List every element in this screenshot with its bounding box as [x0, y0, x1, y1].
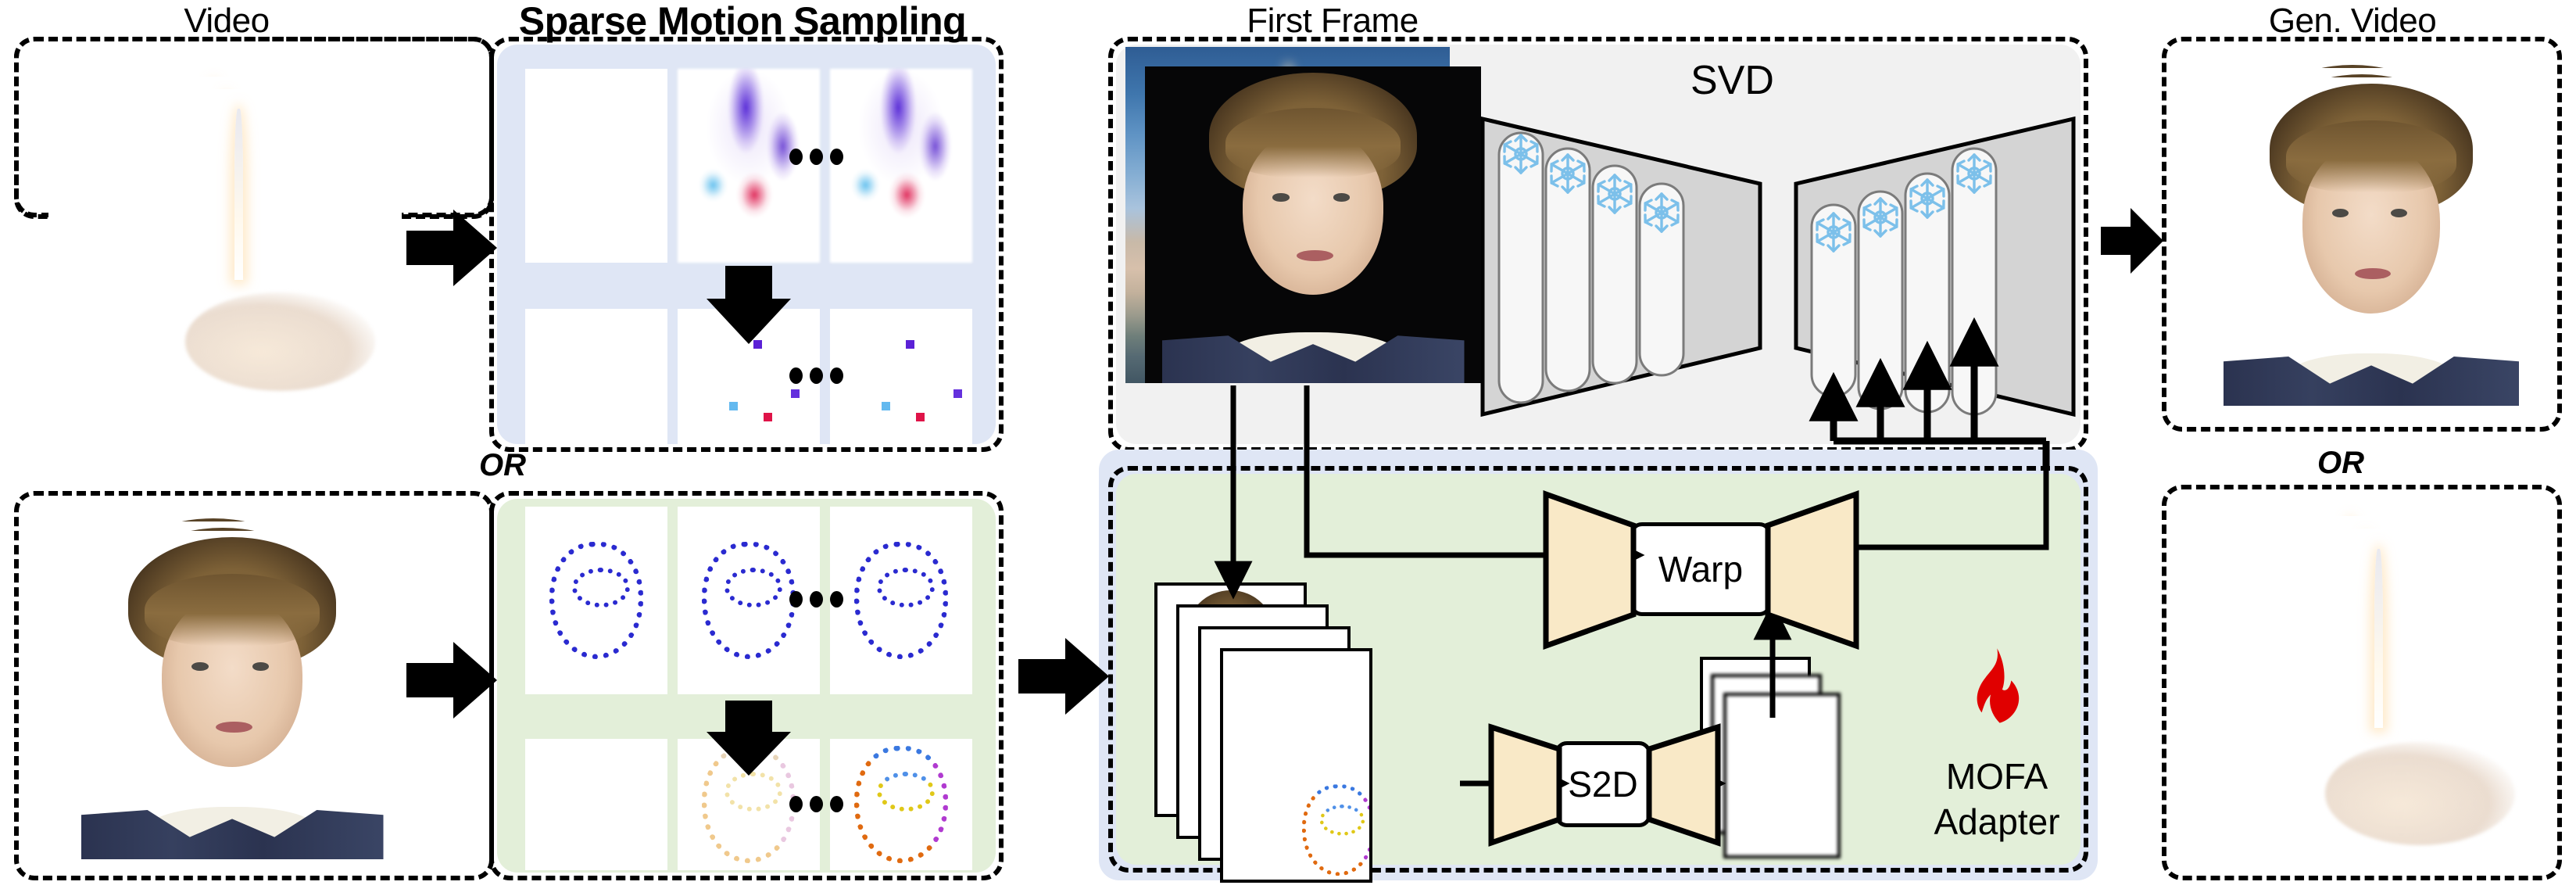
sparse-point	[753, 340, 762, 349]
landmark-points	[702, 542, 796, 659]
sparse-point	[916, 413, 925, 421]
landmark-points	[702, 746, 796, 863]
flow-out-frame-1	[1723, 693, 1841, 858]
arrow-right-icon	[1018, 638, 1109, 715]
diagram-canvas: Video Sparse Motion Sampling First Frame…	[0, 0, 2576, 896]
or-label-right: OR	[2317, 446, 2364, 480]
landmark-points	[854, 542, 948, 659]
colored-landmark-tile-empty	[525, 739, 667, 870]
arrow-right-icon	[2101, 208, 2163, 274]
gen-video-face-stack	[2188, 59, 2548, 414]
mofa-adapter-label: MOFA Adapter	[1907, 754, 2087, 844]
face-frame-1	[64, 531, 400, 859]
s2d-box[interactable]: S2D	[1555, 741, 1651, 827]
sparse-point	[953, 389, 962, 398]
points-tile-empty-1	[525, 309, 667, 444]
colored-landmark-tile-2	[830, 739, 972, 870]
mofa-label-line2: Adapter	[1934, 801, 2060, 842]
arrow-right-icon	[406, 210, 497, 286]
mofa-input-frame-1	[1220, 648, 1372, 883]
header-first-frame: First Frame	[1247, 2, 1419, 40]
sparse-point	[906, 340, 914, 349]
points-tile-2	[830, 309, 972, 444]
flow-ellipsis-top	[789, 149, 843, 165]
flow-tile-rocket-2	[830, 69, 972, 263]
landmark-ellipsis-bottom	[789, 796, 843, 812]
warp-box[interactable]: Warp	[1630, 522, 1772, 616]
flame-icon	[1952, 646, 2038, 736]
gen-rocket-frame-1	[2213, 529, 2542, 873]
landmark-ellipsis-top	[789, 591, 843, 607]
landmark-tile-1	[525, 507, 667, 694]
mofa-input-stack	[1154, 582, 1404, 883]
flow-tile-rocket-1	[678, 69, 820, 263]
sparse-point	[729, 402, 738, 410]
landmark-points	[549, 542, 643, 659]
header-gen-video: Gen. Video	[2268, 2, 2437, 40]
gen-face-frame-1	[2207, 77, 2535, 406]
sparse-point	[764, 413, 772, 421]
or-label-left: OR	[479, 448, 526, 482]
header-video: Video	[184, 2, 270, 40]
video-frame-1	[73, 89, 402, 418]
landmark-points	[854, 746, 948, 863]
gen-video-rocket-stack	[2185, 500, 2553, 873]
points-ellipsis-top	[789, 367, 843, 384]
flow-tile-empty-1	[525, 69, 667, 263]
video-face-stack	[45, 512, 413, 868]
video-rocket-stack	[48, 64, 413, 428]
landmark-points	[1301, 784, 1369, 876]
svd-label: SVD	[1690, 58, 1774, 103]
sparse-point	[791, 389, 800, 398]
first-frame-face	[1145, 66, 1481, 383]
landmark-tile-3	[830, 507, 972, 694]
sparse-point	[882, 402, 890, 410]
mofa-flow-stack	[1700, 657, 1895, 868]
mofa-label-line1: MOFA	[1945, 756, 2048, 797]
